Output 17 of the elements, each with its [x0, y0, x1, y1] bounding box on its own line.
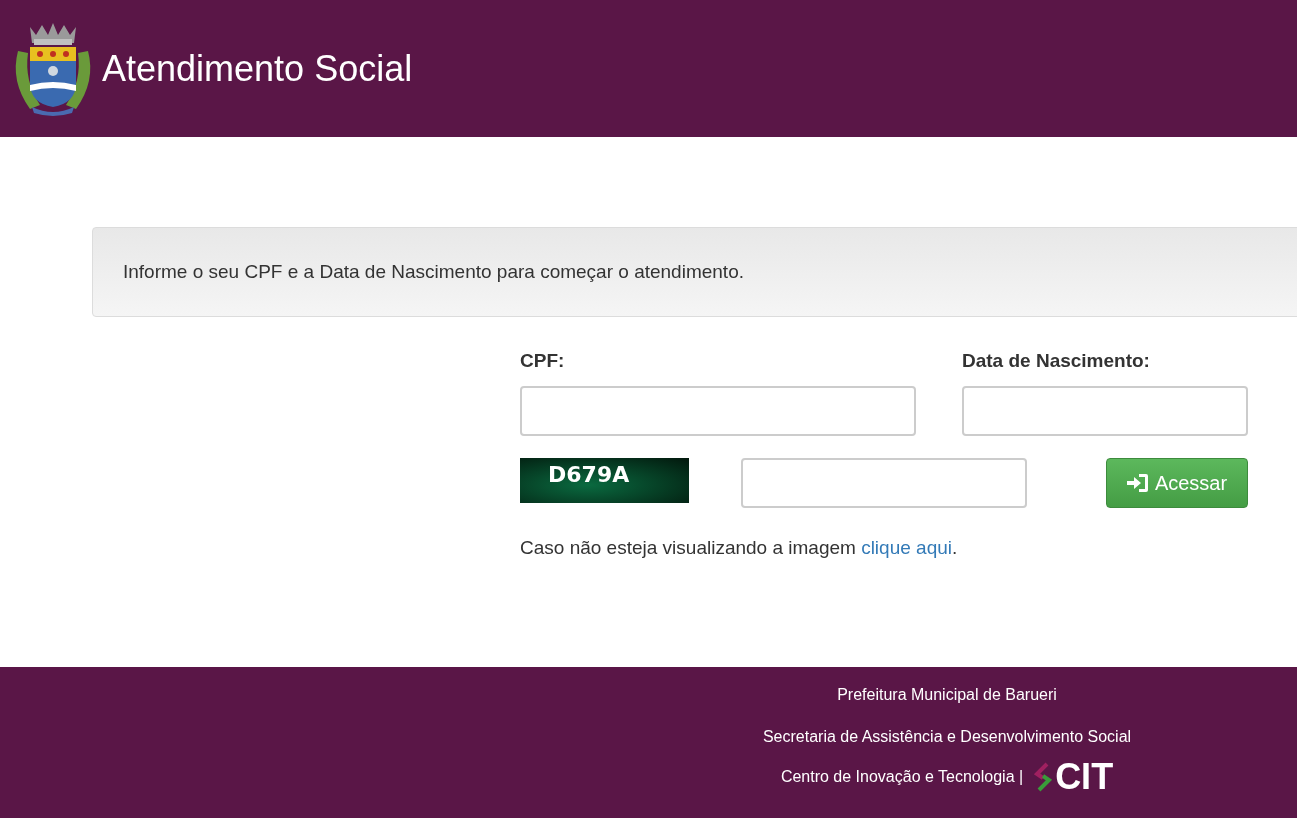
notice-text: Informe o seu CPF e a Data de Nascimento para começar o atendimento.: [123, 259, 744, 284]
captcha-code: D679A: [548, 460, 630, 489]
cit-logo: CIT: [1033, 759, 1114, 795]
field-label: CPF:: [520, 349, 566, 373]
captcha-hint: Caso não esteja visualizando a imagem clique aqui.: [520, 535, 959, 560]
field-label: Data de Nascimento:: [962, 349, 1151, 373]
access-button[interactable]: Acessar: [1106, 457, 1248, 508]
footer-text: Centro de Inovação e Tecnologia |: [780, 767, 1024, 787]
logo-mark-icon: [1033, 762, 1054, 792]
input-field[interactable]: [520, 385, 916, 436]
reload-link[interactable]: clique aqui: [861, 536, 952, 558]
input-field[interactable]: [962, 385, 1248, 436]
footer-text: Secretaria de Assistência e Desenvolvimento Social: [762, 727, 1132, 747]
footer-text: Prefeitura Municipal de Barueri: [837, 685, 1057, 705]
captcha-input[interactable]: [741, 457, 1027, 508]
site-title: Atendimento Social: [102, 46, 413, 91]
sign-in-icon: [1126, 472, 1149, 493]
